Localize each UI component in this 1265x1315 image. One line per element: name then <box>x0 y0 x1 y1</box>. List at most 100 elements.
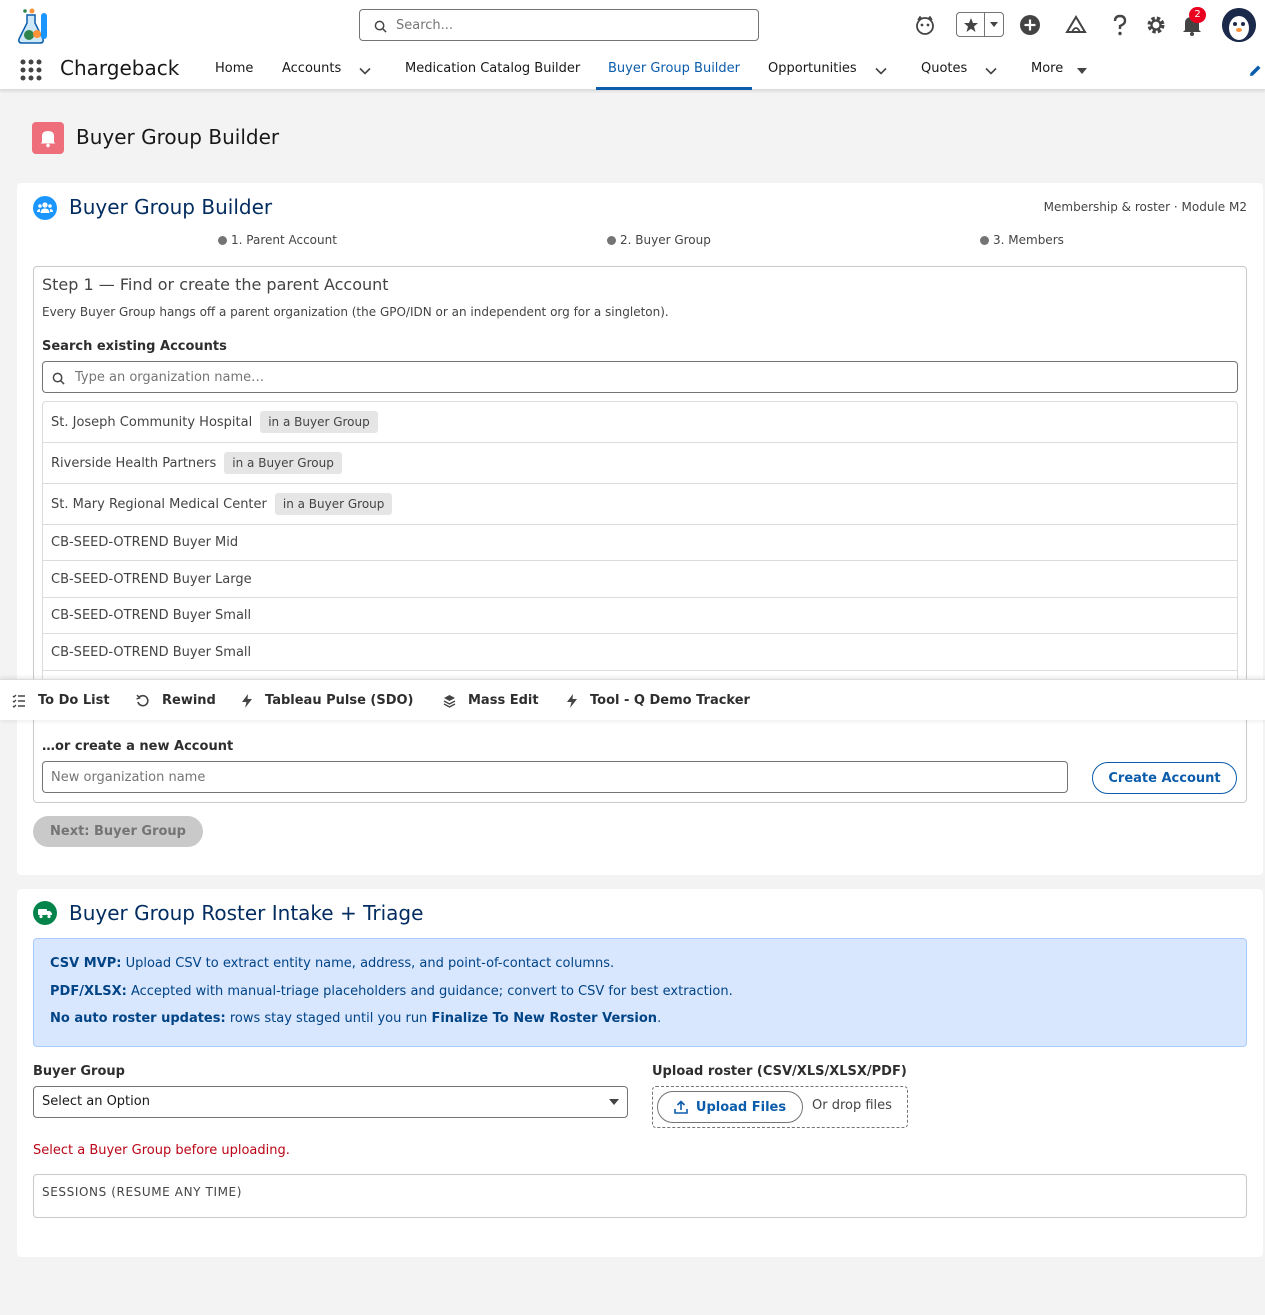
nav-item-more[interactable]: More <box>1031 50 1063 90</box>
page-header-icon <box>32 122 64 154</box>
favorite-star-icon[interactable] <box>957 13 985 36</box>
step-dot-icon <box>980 235 989 245</box>
account-results-list: St. Joseph Community Hospital in a Buyer… <box>42 401 1238 691</box>
global-actions-add-icon[interactable] <box>1015 10 1045 40</box>
step-buyer-group[interactable]: 2. Buyer Group <box>607 233 711 247</box>
help-icon[interactable] <box>1105 10 1135 40</box>
info-text: rows stay staged until you run <box>225 1011 432 1026</box>
nav-item-opportunities[interactable]: Opportunities <box>768 50 857 90</box>
favorites-group <box>956 12 1004 37</box>
trailhead-icon[interactable] <box>1061 10 1091 40</box>
upload-icon <box>674 1100 688 1114</box>
info-text: . <box>657 1011 662 1026</box>
global-search-input[interactable] <box>396 15 746 35</box>
step1-panel: Step 1 — Find or create the parent Accou… <box>33 266 1247 803</box>
account-name: CB-SEED-OTREND Buyer Small <box>51 644 252 660</box>
utility-label: Tableau Pulse (SDO) <box>265 693 414 708</box>
utility-q-demo-tracker[interactable]: Tool - Q Demo Tracker <box>566 680 750 721</box>
buyer-group-badge: in a Buyer Group <box>260 411 378 433</box>
next-buyer-group-button[interactable]: Next: Buyer Group <box>33 816 203 847</box>
create-account-button[interactable]: Create Account <box>1092 762 1237 794</box>
info-line-no-auto: No auto roster updates: rows stay staged… <box>50 1011 661 1026</box>
utility-rewind[interactable]: Rewind <box>136 680 216 721</box>
nav-item-quotes[interactable]: Quotes <box>921 50 967 90</box>
notification-count-badge: 2 <box>1189 7 1206 23</box>
utility-label: Mass Edit <box>468 693 539 708</box>
upload-files-button[interactable]: Upload Files <box>657 1091 803 1123</box>
buyer-group-select-value: Select an Option <box>42 1094 150 1109</box>
nav-item-medication-catalog-builder[interactable]: Medication Catalog Builder <box>405 50 580 90</box>
agent-icon[interactable] <box>910 10 940 40</box>
drop-files-text: Or drop files <box>812 1098 892 1113</box>
roster-card-title: Buyer Group Roster Intake + Triage <box>69 901 424 925</box>
quotes-chevron-down-icon[interactable] <box>984 63 998 77</box>
opportunities-chevron-down-icon[interactable] <box>874 63 888 77</box>
buyer-group-builder-card: Buyer Group Builder Membership & roster … <box>17 183 1263 875</box>
file-drop-zone[interactable]: Upload Files Or drop files <box>652 1086 908 1128</box>
caret-down-icon <box>609 1099 619 1105</box>
builder-module-meta: Membership & roster · Module M2 <box>1043 200 1247 214</box>
global-search[interactable] <box>359 9 759 41</box>
sessions-heading: SESSIONS (RESUME ANY TIME) <box>42 1185 242 1199</box>
step-members[interactable]: 3. Members <box>980 233 1064 247</box>
search-accounts-label: Search existing Accounts <box>42 339 227 354</box>
step-parent-account[interactable]: 1. Parent Account <box>218 233 337 247</box>
info-text: Upload CSV to extract entity name, addre… <box>121 956 615 971</box>
app-logo-icon[interactable] <box>15 7 55 45</box>
roster-info-notice: CSV MVP: Upload CSV to extract entity na… <box>33 938 1247 1047</box>
list-item[interactable]: CB-SEED-OTREND Buyer Small <box>43 598 1237 634</box>
global-header: 2 <box>0 0 1265 50</box>
list-item[interactable]: Riverside Health Partners in a Buyer Gro… <box>43 443 1237 484</box>
more-caret-down-icon[interactable] <box>1075 63 1089 77</box>
builder-card-title: Buyer Group Builder <box>69 195 273 219</box>
info-bold: No auto roster updates: <box>50 1011 226 1026</box>
favorites-dropdown-icon[interactable] <box>985 13 1003 36</box>
nav-item-home[interactable]: Home <box>215 50 253 90</box>
setup-gear-icon[interactable] <box>1141 10 1171 40</box>
account-name: CB-SEED-OTREND Buyer Mid <box>51 535 239 550</box>
people-group-icon <box>33 196 57 220</box>
edit-nav-pencil-icon[interactable] <box>1248 63 1262 82</box>
info-text: Accepted with manual-triage placeholders… <box>126 984 733 999</box>
nav-item-accounts[interactable]: Accounts <box>282 50 341 90</box>
list-item[interactable]: St. Joseph Community Hospital in a Buyer… <box>43 402 1237 443</box>
upload-roster-label: Upload roster (CSV/XLS/XLSX/PDF) <box>652 1064 907 1079</box>
new-organization-input[interactable] <box>51 768 1051 786</box>
upload-files-label: Upload Files <box>695 1099 787 1115</box>
account-name: St. Joseph Community Hospital <box>51 414 253 430</box>
info-line-csv: CSV MVP: Upload CSV to extract entity na… <box>50 956 614 971</box>
list-item[interactable]: St. Mary Regional Medical Center in a Bu… <box>43 484 1237 525</box>
info-bold: PDF/XLSX: <box>50 984 127 999</box>
utility-mass-edit[interactable]: Mass Edit <box>443 680 539 721</box>
bolt-icon <box>241 693 253 708</box>
buyer-group-required-message: Select a Buyer Group before uploading. <box>33 1143 290 1158</box>
info-line-pdf: PDF/XLSX: Accepted with manual-triage pl… <box>50 984 733 999</box>
step-dot-icon <box>607 235 616 245</box>
step1-subtitle: Every Buyer Group hangs off a parent org… <box>42 305 669 319</box>
nav-item-buyer-group-builder[interactable]: Buyer Group Builder <box>596 50 753 90</box>
roster-intake-card: Buyer Group Roster Intake + Triage CSV M… <box>17 889 1263 1257</box>
layers-icon <box>443 694 456 708</box>
utility-to-do-list[interactable]: To Do List <box>12 680 110 721</box>
utility-tableau-pulse[interactable]: Tableau Pulse (SDO) <box>241 680 414 721</box>
app-name: Chargeback <box>60 56 180 80</box>
roster-truck-icon <box>33 901 57 925</box>
user-avatar[interactable] <box>1222 8 1256 42</box>
utility-bar: To Do List Rewind Tableau Pulse (SDO) Ma… <box>0 679 1265 720</box>
step-label: 2. Buyer Group <box>620 233 711 247</box>
app-launcher-icon[interactable] <box>20 59 42 81</box>
new-organization-field[interactable] <box>42 761 1068 793</box>
account-search-field[interactable] <box>42 361 1238 393</box>
info-bold: Finalize To New Roster Version <box>431 1011 658 1026</box>
create-account-label: …or create a new Account <box>42 739 234 754</box>
page-title: Buyer Group Builder <box>76 125 280 149</box>
buyer-group-select[interactable]: Select an Option <box>33 1086 628 1118</box>
list-item[interactable]: CB-SEED-OTREND Buyer Small <box>43 634 1237 671</box>
app-navigation-bar: Chargeback Home Accounts Medication Cata… <box>0 50 1265 90</box>
account-name: CB-SEED-OTREND Buyer Small <box>51 608 252 623</box>
account-search-input[interactable] <box>75 368 1225 386</box>
accounts-chevron-down-icon[interactable] <box>358 63 372 77</box>
sessions-panel: SESSIONS (RESUME ANY TIME) <box>33 1174 1247 1218</box>
list-item[interactable]: CB-SEED-OTREND Buyer Large <box>43 561 1237 598</box>
list-item[interactable]: CB-SEED-OTREND Buyer Mid <box>43 525 1237 561</box>
